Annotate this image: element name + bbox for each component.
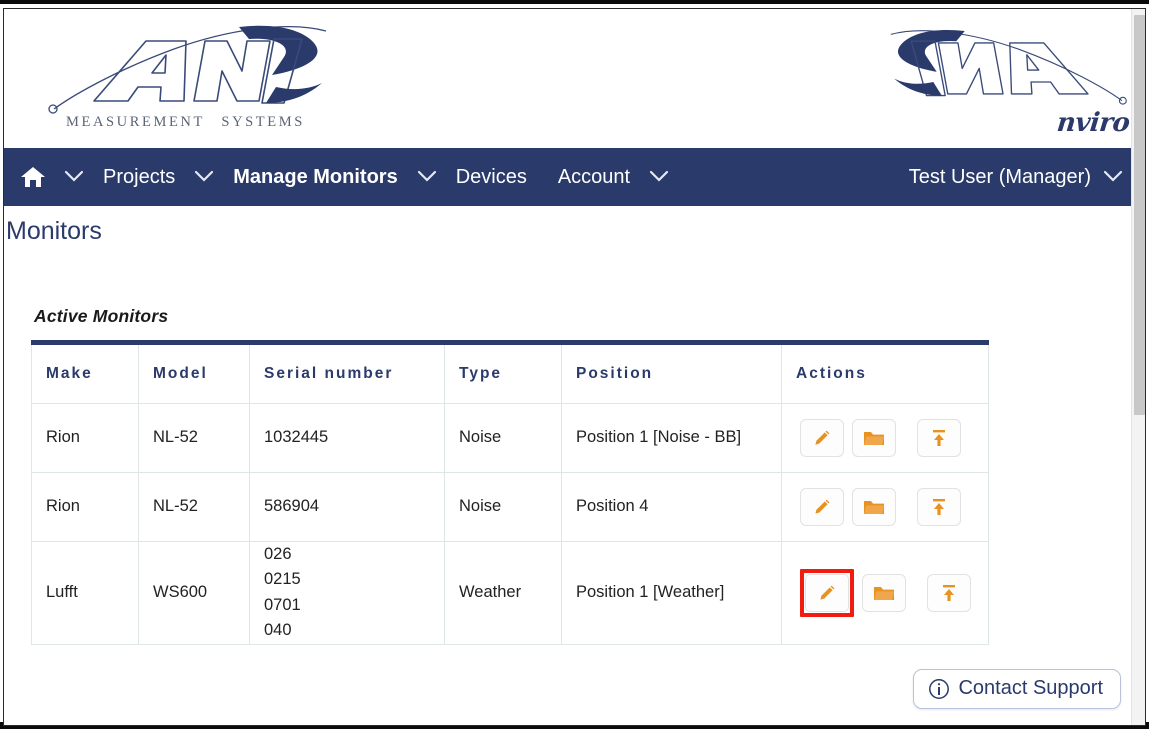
- nav-item-devices[interactable]: Devices: [447, 148, 536, 206]
- export-monitor-button[interactable]: [917, 418, 961, 457]
- open-folder-button[interactable]: [852, 487, 896, 526]
- cell-serial: 1032445: [249, 402, 445, 473]
- page-title: Monitors: [6, 217, 102, 245]
- cell-make: Rion: [31, 471, 139, 542]
- pencil-icon: [812, 497, 832, 517]
- table-row: Rion NL-52 1032445 Noise Position 1 [Noi…: [31, 402, 989, 473]
- info-icon: [928, 678, 950, 700]
- browser-frame: MEASUREMENT SYSTEMS nviro Projects Manag…: [0, 0, 1149, 729]
- open-folder-button[interactable]: [852, 418, 896, 457]
- cell-actions: [781, 471, 989, 542]
- edit-monitor-button[interactable]: [800, 418, 844, 457]
- cell-serial: 026 0215 0701 040: [249, 540, 445, 645]
- page-content: Monitors Active Monitors Make Model Seri…: [4, 206, 1145, 725]
- cell-actions: [781, 402, 989, 473]
- upload-icon: [940, 583, 958, 603]
- open-folder-button[interactable]: [862, 573, 906, 612]
- active-monitors-table: Make Model Serial number Type Position A…: [31, 339, 989, 645]
- column-header-model: Model: [138, 341, 250, 404]
- contact-support-button[interactable]: Contact Support: [913, 669, 1121, 709]
- anv-logo: MEASUREMENT SYSTEMS: [34, 17, 334, 137]
- cell-serial: 586904: [249, 471, 445, 542]
- action-button-group: [800, 418, 988, 457]
- edit-monitor-button[interactable]: [800, 487, 844, 526]
- logo-caption-systems: SYSTEMS: [221, 114, 305, 130]
- upload-icon: [930, 428, 948, 448]
- manage-monitors-chevron-down-icon[interactable]: [407, 148, 447, 206]
- nav-item-manage-monitors[interactable]: Manage Monitors: [224, 148, 406, 206]
- nav-item-projects[interactable]: Projects: [94, 148, 184, 206]
- nav-item-account[interactable]: Account: [536, 148, 639, 206]
- nav-user-menu-label[interactable]: Test User (Manager): [909, 148, 1093, 206]
- table-row: Lufft WS600 026 0215 0701 040 Weather Po…: [31, 540, 989, 645]
- nviro-wordmark: nviro: [1054, 108, 1131, 138]
- pencil-icon: [812, 428, 832, 448]
- cell-make: Lufft: [31, 540, 139, 645]
- serial-line: 026 0215 0701 040: [264, 544, 301, 640]
- column-header-actions: Actions: [781, 341, 989, 404]
- home-menu-chevron-down-icon[interactable]: [54, 148, 94, 206]
- anv-enviro-logo: nviro: [884, 15, 1139, 140]
- logo-caption-measurement: MEASUREMENT: [66, 114, 205, 130]
- cell-position: Position 1 [Noise - BB]: [561, 402, 782, 473]
- folder-icon: [873, 584, 895, 602]
- cell-make: Rion: [31, 402, 139, 473]
- table-header: Make Model Serial number Type Position A…: [31, 341, 989, 404]
- main-navigation: Projects Manage Monitors Devices Account: [4, 148, 1145, 206]
- highlight-annotation-box: [800, 568, 854, 617]
- home-icon[interactable]: [18, 148, 54, 206]
- cell-actions: [781, 540, 989, 645]
- cell-type: Weather: [444, 540, 562, 645]
- page-scrollbar-thumb[interactable]: [1134, 15, 1145, 415]
- folder-icon: [863, 498, 885, 516]
- contact-support-label: Contact Support: [958, 677, 1103, 699]
- folder-icon: [863, 429, 885, 447]
- page-scrollbar-track[interactable]: [1131, 9, 1145, 725]
- export-monitor-button[interactable]: [927, 573, 971, 612]
- action-button-group: [800, 568, 988, 617]
- anv-logo-caption: MEASUREMENT SYSTEMS: [66, 114, 305, 131]
- cell-model: NL-52: [138, 402, 250, 473]
- masthead: MEASUREMENT SYSTEMS nviro: [4, 9, 1145, 148]
- column-header-serial-number: Serial number: [249, 341, 445, 404]
- cell-model: WS600: [138, 540, 250, 645]
- upload-icon: [930, 497, 948, 517]
- cell-type: Noise: [444, 471, 562, 542]
- table-row: Rion NL-52 586904 Noise Position 4: [31, 471, 989, 542]
- section-heading-active-monitors: Active Monitors: [34, 305, 169, 326]
- edit-monitor-button[interactable]: [805, 573, 849, 612]
- app-window: MEASUREMENT SYSTEMS nviro Projects Manag…: [3, 8, 1146, 726]
- cell-position: Position 1 [Weather]: [561, 540, 782, 645]
- pencil-icon: [817, 583, 837, 603]
- action-button-group: [800, 487, 988, 526]
- column-header-type: Type: [444, 341, 562, 404]
- column-header-make: Make: [31, 341, 139, 404]
- cell-position: Position 4: [561, 471, 782, 542]
- table-header-row: Make Model Serial number Type Position A…: [31, 341, 989, 404]
- cell-type: Noise: [444, 402, 562, 473]
- column-header-position: Position: [561, 341, 782, 404]
- table-body: Rion NL-52 1032445 Noise Position 1 [Noi…: [31, 402, 989, 645]
- projects-chevron-down-icon[interactable]: [184, 148, 224, 206]
- cell-model: NL-52: [138, 471, 250, 542]
- account-chevron-down-icon[interactable]: [639, 148, 679, 206]
- export-monitor-button[interactable]: [917, 487, 961, 526]
